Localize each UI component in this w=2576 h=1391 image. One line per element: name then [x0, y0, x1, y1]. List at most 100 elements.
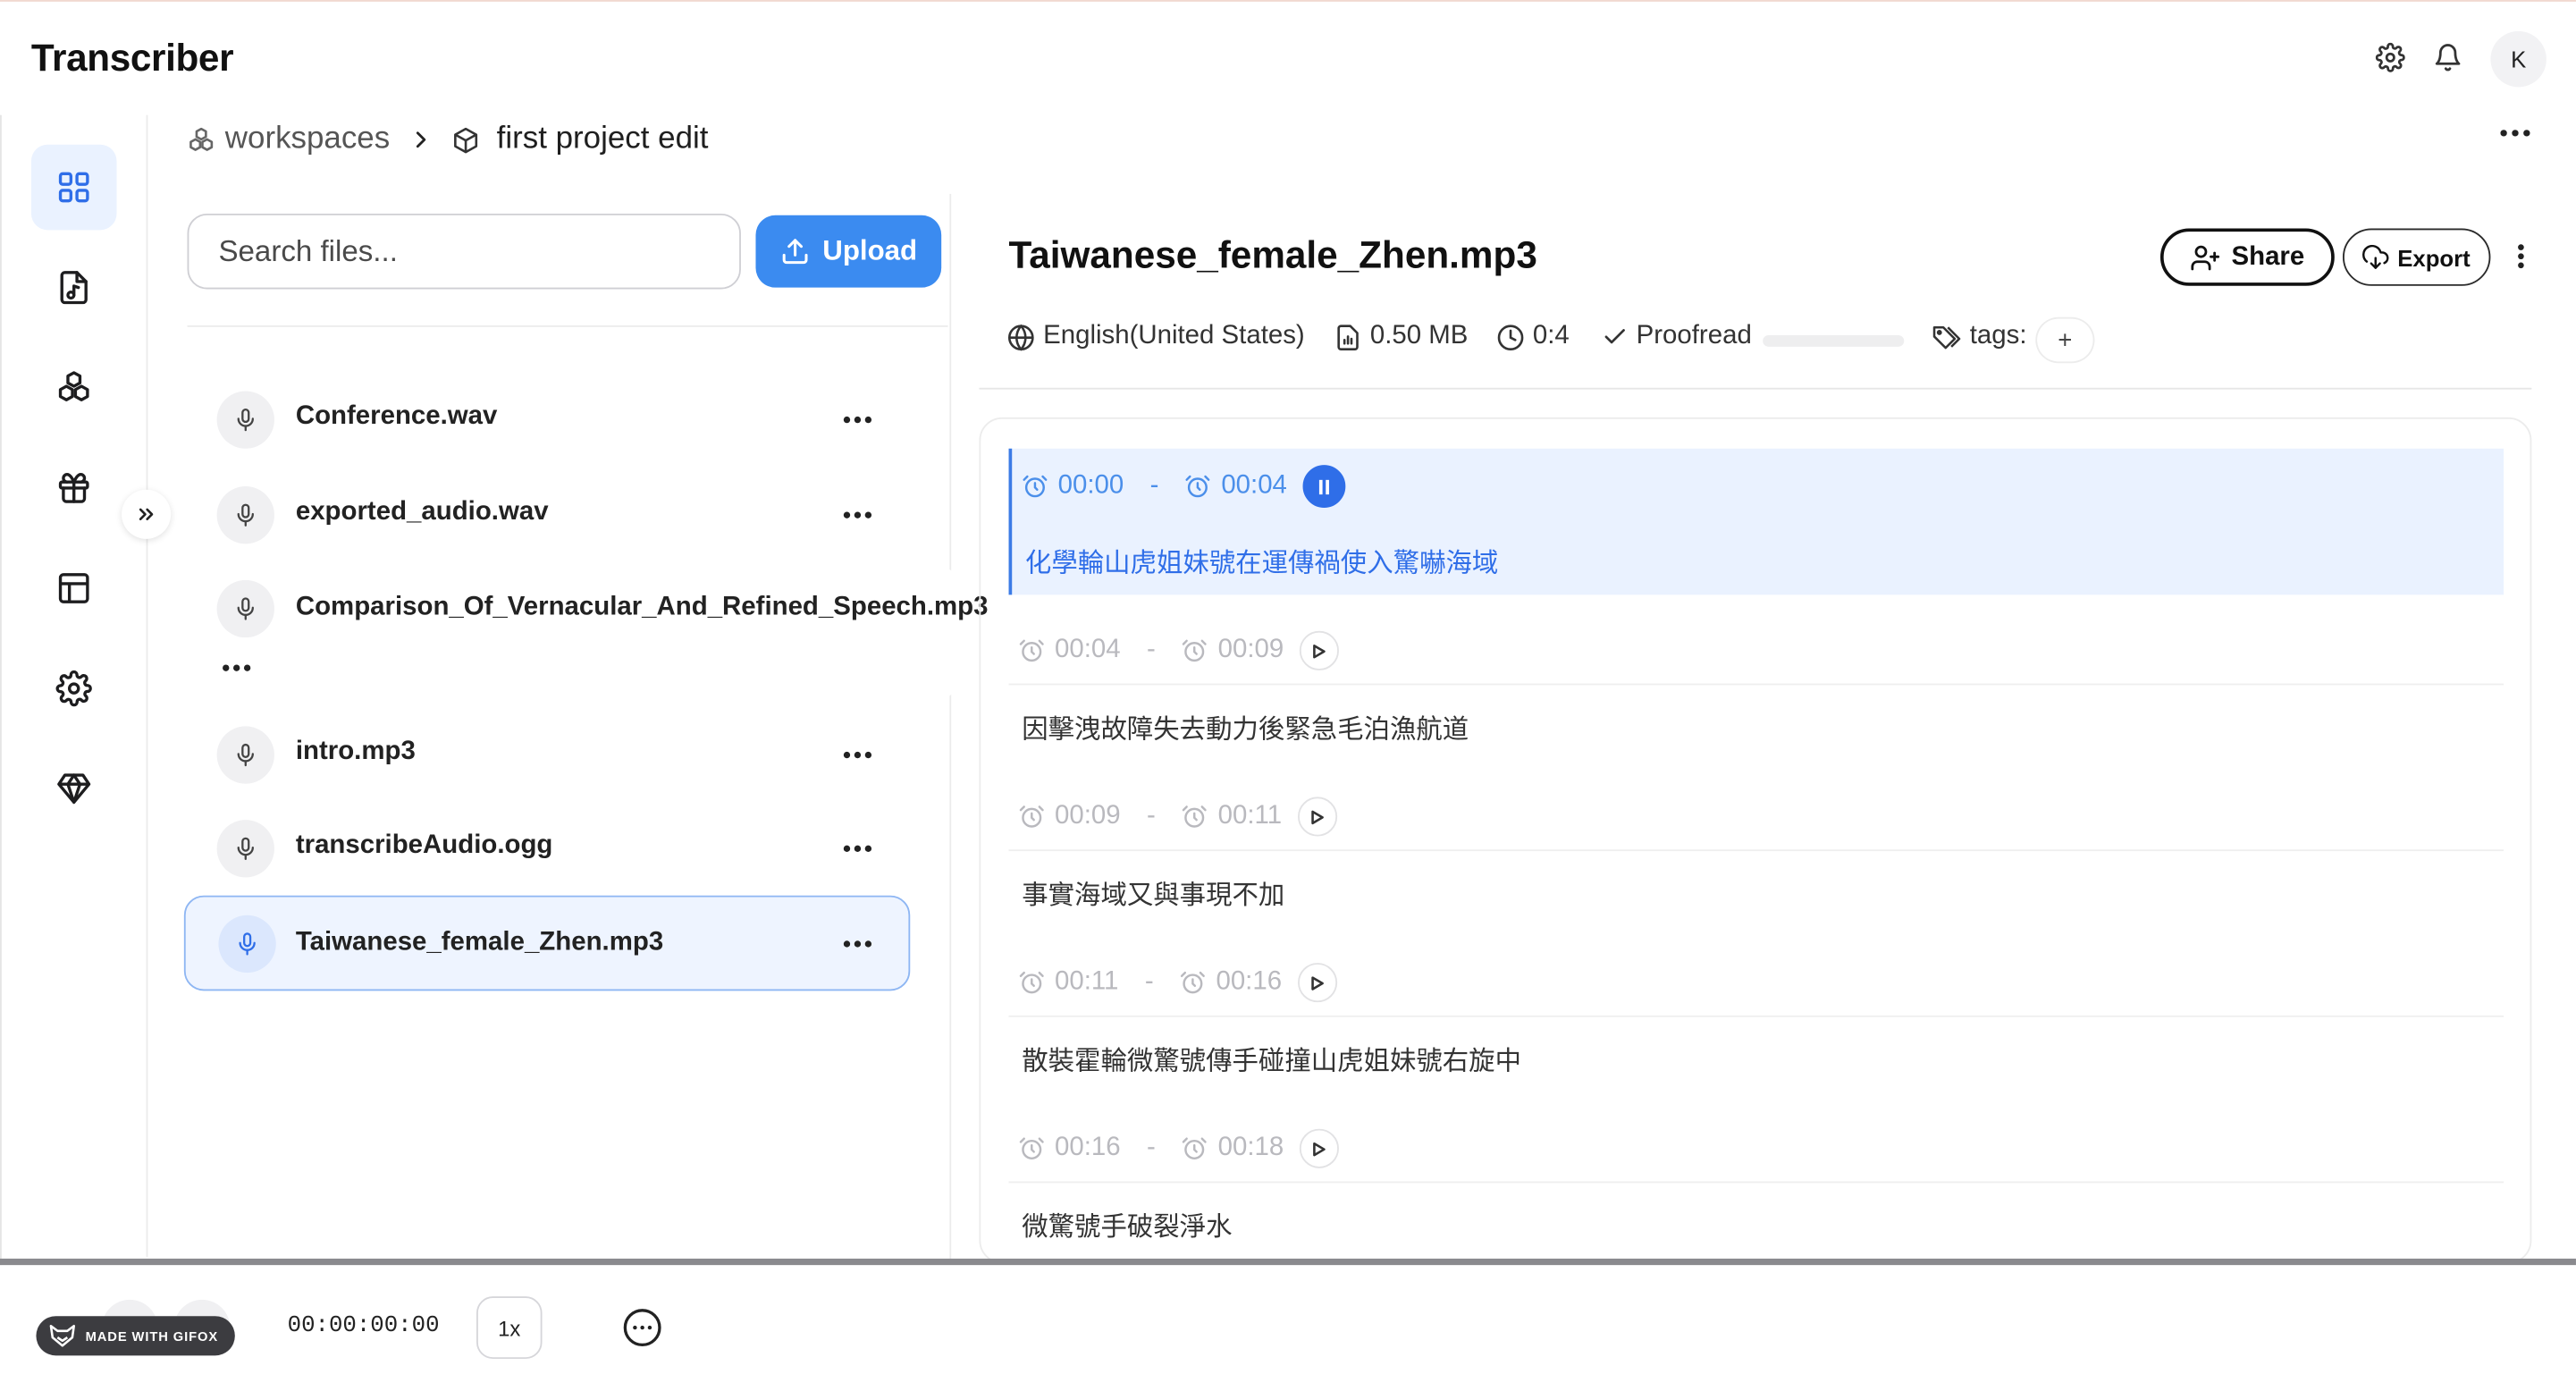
cubes-icon	[188, 126, 215, 154]
segment-end[interactable]: 00:09	[1218, 636, 1284, 665]
alarm-clock-icon	[1185, 473, 1211, 499]
upload-button[interactable]: Upload	[755, 215, 942, 288]
sidebar-item-audio[interactable]	[31, 245, 117, 331]
left-rail	[0, 114, 2, 1266]
playback-scrubber[interactable]	[0, 1258, 2576, 1266]
proofread-meta: Proofread	[1602, 322, 1752, 351]
search-input[interactable]	[187, 213, 741, 290]
alarm-clock-icon	[1182, 804, 1208, 830]
segment-divider	[1008, 1181, 2504, 1184]
breadcrumb-workspaces[interactable]: workspaces	[225, 122, 390, 157]
play-button[interactable]	[1300, 630, 1340, 670]
segment-end[interactable]: 00:11	[1218, 802, 1282, 831]
playback-time: 00:00:00:00	[287, 1312, 440, 1339]
file-row[interactable]: exported_audio.wav	[187, 473, 905, 556]
pause-button[interactable]	[1303, 465, 1347, 508]
segment-start[interactable]: 00:04	[1055, 636, 1121, 665]
proofread-label: Proofread	[1636, 322, 1752, 350]
gifox-watermark: MADE WITH GIFOX	[36, 1316, 235, 1356]
share-label: Share	[2231, 242, 2305, 271]
file-name: Comparison_Of_Vernacular_And_Refined_Spe…	[295, 593, 989, 621]
more-icon[interactable]	[839, 736, 875, 771]
file-row[interactable]: intro.mp3	[187, 712, 905, 796]
gear-icon[interactable]	[2364, 31, 2417, 84]
export-button[interactable]: Export	[2342, 228, 2491, 286]
segment-text[interactable]: 因擊洩故障失去動力後緊急毛泊漁航道	[1022, 706, 1469, 746]
segment-end[interactable]: 00:18	[1218, 1134, 1284, 1163]
top-accent-line	[0, 0, 2576, 2]
play-button[interactable]	[1298, 963, 1338, 1003]
file-row[interactable]: Comparison_Of_Vernacular_And_Refined_Spe…	[187, 567, 988, 699]
layout-icon	[55, 570, 91, 606]
cloud-download-icon	[2362, 243, 2390, 270]
segment-divider	[1008, 1015, 2504, 1017]
file-row[interactable]: Conference.wav	[187, 377, 905, 460]
sidebar-item-rewards[interactable]	[31, 445, 117, 531]
user-avatar[interactable]: K	[2490, 30, 2547, 88]
play-icon	[1311, 975, 1325, 991]
chevron-right-icon	[409, 128, 433, 151]
sidebar-item-workspaces[interactable]	[31, 345, 117, 431]
check-icon	[1602, 324, 1628, 350]
sidebar-item-templates[interactable]	[31, 545, 117, 631]
more-icon[interactable]	[839, 400, 875, 436]
segment-start[interactable]: 00:11	[1055, 968, 1118, 998]
segment[interactable]: 00:00 - 00:04 化學輪山虎姐妹號在運傳禍使入驚嚇海域	[1008, 448, 2504, 595]
audio-file-icon	[55, 269, 91, 305]
export-label: Export	[2397, 243, 2471, 271]
segment-start[interactable]: 00:16	[1055, 1134, 1121, 1163]
play-icon	[1313, 1141, 1326, 1156]
file-row[interactable]: transcribeAudio.ogg	[187, 806, 905, 889]
sidebar-item-settings[interactable]	[31, 645, 117, 731]
segment-end[interactable]: 00:04	[1221, 472, 1287, 502]
segment-text[interactable]: 事實海域又與事現不加	[1022, 873, 1284, 912]
more-icon[interactable]	[839, 925, 875, 961]
sidebar-item-dashboard[interactable]	[30, 144, 117, 231]
segment[interactable]: 00:04 - 00:09 因擊洩故障失去動力後緊急毛泊漁航道	[1008, 626, 2504, 773]
vertical-more-icon[interactable]	[2502, 239, 2538, 274]
share-button[interactable]: Share	[2159, 228, 2335, 286]
segment-dash: -	[1144, 967, 1154, 996]
expand-sidebar-button[interactable]	[122, 489, 172, 539]
mic-icon	[218, 915, 276, 974]
bell-icon[interactable]	[2421, 31, 2474, 84]
file-row-selected[interactable]: Taiwanese_female_Zhen.mp3	[183, 895, 911, 991]
more-icon[interactable]	[839, 830, 875, 865]
play-button[interactable]	[1298, 797, 1338, 837]
segment-start[interactable]: 00:09	[1055, 802, 1121, 831]
segment[interactable]: 00:11 - 00:16 散裝霍輪微驚號傳手碰撞山虎姐妹號右旋中	[1008, 958, 2504, 1106]
segment-divider	[1008, 683, 2504, 686]
play-button[interactable]	[1300, 1128, 1340, 1168]
segment[interactable]: 00:16 - 00:18 微驚號手破裂淨水	[1008, 1124, 2504, 1261]
more-icon[interactable]	[218, 657, 254, 677]
add-tag-button[interactable]: +	[2037, 318, 2093, 362]
upload-icon	[779, 237, 809, 266]
page-more-icon[interactable]	[2496, 115, 2535, 151]
mic-icon	[216, 391, 274, 449]
duration-meta: 0:4	[1496, 322, 1570, 351]
alarm-clock-icon	[1019, 637, 1045, 663]
sidebar-item-premium[interactable]	[31, 746, 117, 831]
language-value: English(United States)	[1043, 322, 1305, 350]
more-icon[interactable]	[839, 496, 875, 532]
segment-text[interactable]: 微驚號手破裂淨水	[1022, 1204, 1232, 1243]
panel-divider	[949, 193, 952, 1262]
play-icon	[1311, 809, 1325, 824]
detail-title: Taiwanese_female_Zhen.mp3	[1008, 232, 1537, 276]
meta-divider	[979, 387, 2532, 390]
playback-speed-button[interactable]: 1x	[476, 1296, 543, 1360]
app-title: Transcriber	[30, 36, 234, 80]
transcriber-app: Transcriber K workspaces first project e…	[0, 0, 2576, 1391]
more-options-icon[interactable]	[623, 1308, 662, 1347]
alarm-clock-icon	[1019, 969, 1045, 995]
alarm-clock-icon	[1182, 637, 1208, 663]
grid-icon	[55, 169, 91, 205]
segment[interactable]: 00:09 - 00:11 事實海域又與事現不加	[1008, 792, 2504, 940]
segment-text[interactable]: 化學輪山虎姐妹號在運傳禍使入驚嚇海域	[1025, 541, 1498, 580]
mic-icon	[216, 579, 274, 638]
segment-start[interactable]: 00:00	[1058, 472, 1124, 502]
language-meta[interactable]: English(United States)	[1007, 322, 1305, 351]
segment-end[interactable]: 00:16	[1216, 968, 1282, 998]
segment-text[interactable]: 散裝霍輪微驚號傳手碰撞山虎姐妹號右旋中	[1022, 1039, 1521, 1078]
clock-icon	[1496, 323, 1524, 350]
